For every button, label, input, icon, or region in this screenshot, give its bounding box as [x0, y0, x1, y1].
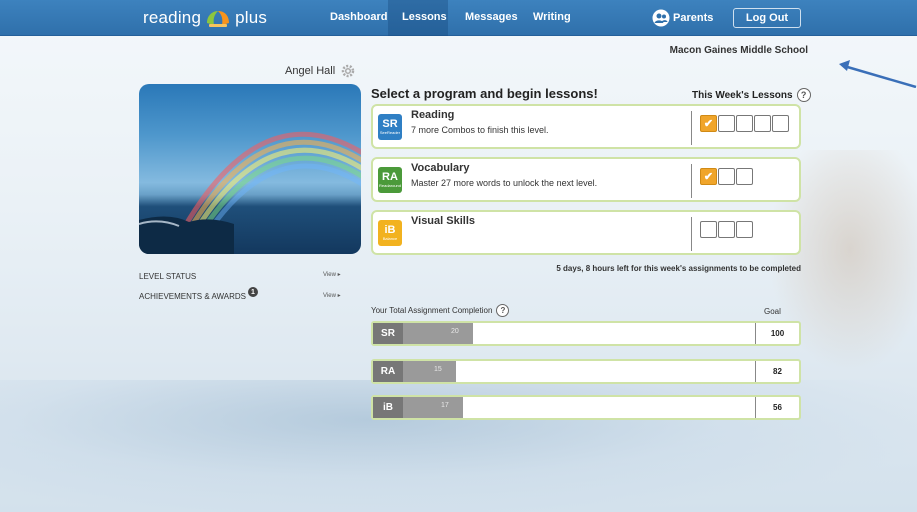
weekly-lesson-checkboxes: ✔	[700, 168, 753, 185]
goal-value: 100	[770, 329, 785, 338]
program-divider	[691, 111, 692, 145]
user-profile: Angel Hall	[285, 64, 355, 78]
goal-value: 56	[773, 403, 782, 412]
top-navigation-bar: reading plus Dashboard Lessons Messages …	[0, 0, 917, 36]
help-icon[interactable]: ?	[796, 88, 811, 102]
parents-icon	[652, 9, 670, 27]
completion-value: 17	[441, 402, 449, 409]
lesson-empty-checkbox	[754, 115, 771, 132]
completion-progress-fill	[403, 397, 463, 418]
deadline-text: 5 days, 8 hours left for this week's ass…	[556, 264, 801, 273]
weekly-lesson-checkboxes	[700, 221, 753, 238]
program-name: Vocabulary	[411, 162, 470, 174]
program-name: Visual Skills	[411, 215, 476, 227]
profile-banner-image	[139, 84, 361, 254]
logo-mark-icon	[203, 7, 233, 29]
lesson-empty-checkbox	[736, 221, 753, 238]
completion-progress-fill	[403, 323, 473, 344]
logout-button[interactable]: Log Out	[733, 8, 801, 28]
parents-label: Parents	[673, 12, 714, 24]
logo-text-reading: reading	[143, 8, 202, 27]
gear-icon[interactable]	[341, 64, 355, 78]
school-name: Macon Gaines Middle School	[669, 45, 808, 56]
completion-bar-ib: iB 17 56	[371, 395, 801, 420]
completion-bar-sr: SR 20 100	[371, 321, 801, 346]
lesson-empty-checkbox	[718, 221, 735, 238]
program-divider	[691, 164, 692, 198]
program-card-vocabulary[interactable]: RA Readaround Vocabulary Master 27 more wor…	[371, 157, 801, 202]
lesson-empty-checkbox	[772, 115, 789, 132]
level-status-view-link[interactable]: View ▸	[323, 271, 341, 278]
nav-lessons[interactable]: Lessons	[402, 11, 447, 23]
completion-value: 20	[451, 328, 459, 335]
program-card-visual-skills[interactable]: iB Balance Visual Skills	[371, 210, 801, 255]
program-description: Master 27 more words to unlock the next …	[411, 178, 598, 188]
lesson-empty-checkbox	[718, 115, 735, 132]
nav-writing[interactable]: Writing	[533, 11, 571, 23]
program-description: 7 more Combos to finish this level.	[411, 125, 549, 135]
completion-title-label: Your Total Assignment Completion	[371, 306, 493, 315]
achievements-label: ACHIEVEMENTS & AWARDS	[139, 291, 246, 301]
logo-text-plus: plus	[235, 8, 268, 27]
nav-messages[interactable]: Messages	[465, 11, 518, 23]
lesson-empty-checkbox	[736, 115, 753, 132]
weekly-lesson-checkboxes: ✔	[700, 115, 789, 132]
program-logo-icon: SR SeeReader	[378, 114, 402, 140]
lesson-empty-checkbox	[700, 221, 717, 238]
program-card-reading[interactable]: SR SeeReader Reading 7 more Combos to finis…	[371, 104, 801, 149]
reading-plus-logo[interactable]: reading plus	[143, 7, 267, 29]
achievements-awards-link[interactable]: ACHIEVEMENTS & AWARDS 1	[139, 287, 258, 301]
level-status-label: LEVEL STATUS	[139, 272, 197, 281]
completion-progress-fill	[403, 361, 456, 382]
completion-title: Your Total Assignment Completion ?	[371, 304, 510, 317]
lesson-empty-checkbox	[718, 168, 735, 185]
help-icon[interactable]: ?	[496, 304, 510, 317]
program-logo-icon: RA Readaround	[378, 167, 402, 193]
lesson-complete-checkbox: ✔	[700, 168, 717, 185]
lessons-section-title: Select a program and begin lessons!	[371, 86, 598, 101]
pointer-arrow-icon	[839, 60, 917, 88]
program-logo-icon: iB Balance	[378, 220, 402, 246]
program-abbrev-label: iB	[373, 397, 403, 418]
program-divider	[691, 217, 692, 251]
achievements-count-badge: 1	[247, 287, 258, 297]
parents-link[interactable]: Parents	[652, 9, 713, 27]
program-abbrev-label: SR	[373, 323, 403, 344]
program-abbrev-label: RA	[373, 361, 403, 382]
goal-value: 82	[773, 367, 782, 376]
lesson-complete-checkbox: ✔	[700, 115, 717, 132]
user-name: Angel Hall	[285, 65, 336, 77]
program-name: Reading	[411, 109, 455, 121]
goal-column-header: Goal	[764, 307, 781, 316]
completion-value: 15	[434, 366, 442, 373]
lesson-empty-checkbox	[736, 168, 753, 185]
completion-bar-ra: RA 15 82	[371, 359, 801, 384]
achievements-view-link[interactable]: View ▸	[323, 292, 341, 299]
this-weeks-lessons-label: This Week's Lessons	[692, 89, 793, 101]
this-weeks-lessons-title: This Week's Lessons ?	[692, 88, 811, 102]
level-status-link[interactable]: LEVEL STATUS	[139, 272, 196, 281]
nav-dashboard[interactable]: Dashboard	[330, 11, 387, 23]
